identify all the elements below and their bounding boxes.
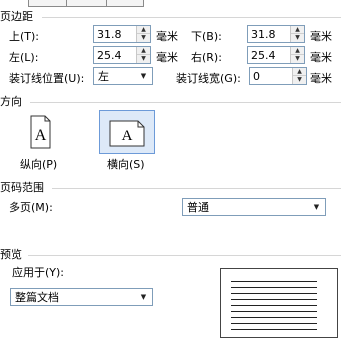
spin-up-icon[interactable]: ▲ (137, 26, 150, 34)
page-range-section-title: 页码范围 (0, 181, 44, 194)
multiple-pages-select[interactable]: 普通 ▼ (182, 198, 326, 216)
bottom-margin-spinner[interactable]: ▲ ▼ (290, 26, 304, 42)
multiple-pages-label: 多页(M): (9, 201, 53, 214)
spin-up-icon[interactable]: ▲ (137, 47, 150, 55)
right-margin-spinner[interactable]: ▲ ▼ (290, 47, 304, 63)
tab-stub[interactable] (106, 0, 144, 7)
section-divider (52, 188, 341, 189)
right-margin-label: 右(R): (191, 51, 222, 64)
landscape-page-icon: A (109, 120, 145, 147)
landscape-glyph: A (122, 128, 133, 144)
spin-down-icon[interactable]: ▼ (293, 76, 306, 84)
bottom-margin-input[interactable]: 31.8 ▲ ▼ (247, 25, 305, 43)
gutter-width-spinner[interactable]: ▲ ▼ (292, 68, 306, 84)
top-margin-unit: 毫米 (156, 30, 178, 43)
top-margin-spinner[interactable]: ▲ ▼ (136, 26, 150, 42)
page-preview (220, 268, 338, 338)
right-margin-unit: 毫米 (310, 51, 332, 64)
left-margin-value: 25.4 (97, 49, 122, 62)
section-divider (30, 102, 341, 103)
spin-down-icon[interactable]: ▼ (291, 34, 304, 42)
left-margin-input[interactable]: 25.4 ▲ ▼ (93, 46, 151, 64)
chevron-down-icon[interactable]: ▼ (309, 200, 324, 214)
chevron-down-icon[interactable]: ▼ (136, 69, 151, 83)
bottom-margin-label: 下(B): (191, 30, 222, 43)
portrait-option[interactable]: A (12, 110, 68, 154)
spin-up-icon[interactable]: ▲ (291, 47, 304, 55)
top-margin-label: 上(T): (9, 30, 40, 43)
gutter-position-label: 装订线位置(U): (9, 72, 85, 85)
gutter-position-select[interactable]: 左 ▼ (93, 67, 153, 85)
portrait-label[interactable]: 纵向(P) (20, 158, 57, 171)
portrait-glyph: A (35, 127, 47, 144)
spin-down-icon[interactable]: ▼ (137, 34, 150, 42)
section-divider (28, 255, 341, 256)
margins-section-title: 页边距 (0, 10, 33, 23)
gutter-position-value: 左 (98, 70, 109, 83)
left-margin-spinner[interactable]: ▲ ▼ (136, 47, 150, 63)
spin-down-icon[interactable]: ▼ (137, 55, 150, 63)
preview-text-lines (231, 281, 317, 330)
apply-to-value: 整篇文档 (15, 291, 59, 304)
right-margin-value: 25.4 (251, 49, 276, 62)
spin-down-icon[interactable]: ▼ (291, 55, 304, 63)
right-margin-input[interactable]: 25.4 ▲ ▼ (247, 46, 305, 64)
portrait-page-icon: A (30, 115, 51, 149)
orientation-section-title: 方向 (0, 95, 22, 108)
bottom-margin-unit: 毫米 (310, 30, 332, 43)
apply-to-select[interactable]: 整篇文档 ▼ (10, 288, 153, 306)
landscape-option[interactable]: A (99, 110, 155, 154)
gutter-width-value: 0 (253, 70, 260, 83)
landscape-label[interactable]: 横向(S) (107, 158, 145, 171)
preview-section-title: 预览 (0, 248, 22, 261)
top-margin-value: 31.8 (97, 28, 122, 41)
gutter-width-unit: 毫米 (310, 72, 332, 85)
gutter-width-label: 装订线宽(G): (176, 72, 241, 85)
chevron-down-icon[interactable]: ▼ (136, 290, 151, 304)
left-margin-label: 左(L): (9, 51, 39, 64)
tab-stub[interactable] (28, 0, 68, 7)
spin-up-icon[interactable]: ▲ (291, 26, 304, 34)
bottom-margin-value: 31.8 (251, 28, 276, 41)
gutter-width-input[interactable]: 0 ▲ ▼ (249, 67, 307, 85)
tab-stub[interactable] (66, 0, 108, 7)
apply-to-label: 应用于(Y): (12, 266, 65, 279)
spin-up-icon[interactable]: ▲ (293, 68, 306, 76)
multiple-pages-value: 普通 (187, 201, 209, 214)
top-margin-input[interactable]: 31.8 ▲ ▼ (93, 25, 151, 43)
section-divider (42, 17, 341, 18)
left-margin-unit: 毫米 (156, 51, 178, 64)
